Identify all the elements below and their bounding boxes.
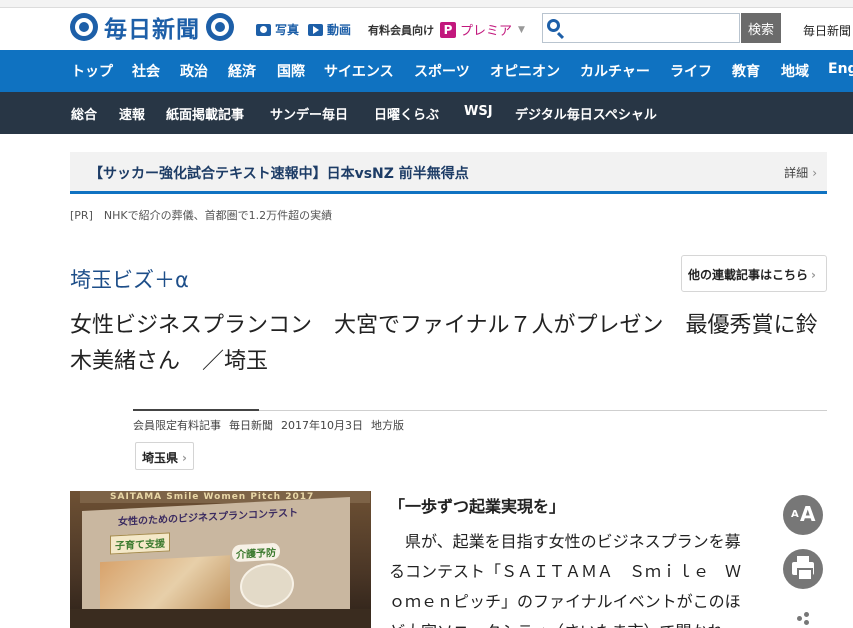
member-only-label: 会員限定有料記事 (133, 419, 221, 432)
other-series-articles-button[interactable]: 他の連載記事はこちら › (681, 255, 827, 292)
subnav-item-breaking[interactable]: 速報 (119, 104, 145, 123)
bookmarks-bar (0, 0, 853, 8)
chevron-right-icon: › (182, 451, 187, 465)
series-label[interactable]: 埼玉ビズ＋α (70, 264, 189, 294)
secondary-nav: 総合 速報 紙面掲載記事 サンデー毎日 日曜くらぶ WSJ デジタル毎日スペシャ… (0, 92, 853, 134)
nav-item-economy[interactable]: 経済 (228, 61, 256, 81)
article-title: 女性ビジネスプランコン 大宮でファイナル７人がプレゼン 最優秀賞に鈴木美緒さん … (70, 313, 818, 374)
subnav-item-print-articles[interactable]: 紙面掲載記事 (166, 104, 244, 123)
screen-circle-image (240, 561, 294, 609)
premier-badge-icon: P (440, 21, 456, 38)
photo-link-label: 写真 (275, 23, 300, 37)
article-section: 地方版 (371, 419, 404, 432)
breaking-news-banner[interactable]: 【サッカー強化試合テキスト速報中】日本vsNZ 前半無得点 詳細 › (70, 152, 827, 194)
meta-divider (259, 410, 827, 411)
search-input[interactable] (567, 17, 737, 39)
nav-item-life[interactable]: ライフ (670, 61, 712, 81)
nav-item-culture[interactable]: カルチャー (580, 61, 650, 81)
subnav-item-nichiyo-club[interactable]: 日曜くらぶ (374, 104, 439, 123)
subnav-item-wsj[interactable]: WSJ (464, 104, 493, 119)
other-series-label: 他の連載記事はこちら (688, 268, 809, 282)
photo-link[interactable]: 写真 (256, 21, 299, 38)
printer-icon (792, 556, 814, 581)
meta-divider (133, 409, 259, 411)
logo-mark-icon (70, 13, 98, 41)
nav-item-science[interactable]: サイエンス (324, 61, 394, 81)
chevron-right-icon: › (812, 166, 817, 180)
share-button[interactable] (783, 606, 823, 628)
subnav-item-digital-special[interactable]: デジタル毎日スペシャル (515, 104, 657, 123)
nav-item-sports[interactable]: スポーツ (414, 61, 470, 81)
detail-label: 詳細 (784, 166, 809, 180)
stage-floor (70, 609, 371, 628)
video-play-icon (308, 23, 323, 36)
nav-item-english[interactable]: Eng (828, 61, 853, 77)
site-header: 毎日新聞 写真 動画 有料会員向け P プレミア ▼ 検索 毎日新聞 (0, 8, 853, 50)
print-button[interactable] (783, 549, 823, 589)
article-date: 2017年10月3日 (281, 419, 363, 432)
caret-down-icon: ▼ (518, 24, 525, 35)
topic-tag-saitama[interactable]: 埼玉県 › (135, 442, 194, 470)
member-label: 有料会員向け (368, 23, 434, 37)
camera-icon (256, 23, 271, 36)
screen-title: 女性のためのビジネスプランコンテスト (118, 507, 298, 529)
breaking-news-headline[interactable]: 【サッカー強化試合テキスト速報中】日本vsNZ 前半無得点 (89, 163, 469, 183)
topic-tag-label: 埼玉県 (142, 451, 179, 465)
article-source: 毎日新聞 (229, 419, 273, 432)
primary-nav: トップ 社会 政治 経済 国際 サイエンス スポーツ オピニオン カルチャー ラ… (0, 50, 853, 92)
site-home-link[interactable]: 毎日新聞 (803, 22, 851, 39)
screen-caption-care: 介護予防 (232, 542, 280, 563)
video-link-label: 動画 (327, 23, 352, 37)
premier-label: プレミア (460, 24, 513, 39)
font-size-small-icon: A (791, 509, 799, 520)
logo-mark-icon (206, 13, 234, 41)
nav-item-opinion[interactable]: オピニオン (490, 61, 560, 81)
font-size-button[interactable]: A A (783, 495, 823, 535)
nav-item-education[interactable]: 教育 (732, 61, 760, 81)
article-photo[interactable]: SAITAMA Smile Women Pitch 2017 女性のためのビジネ… (70, 491, 371, 628)
article-lead-heading: 「一歩ずつ起業実現を」 (389, 497, 566, 516)
search-icon (547, 19, 560, 32)
search-button[interactable]: 検索 (741, 13, 781, 43)
premier-link[interactable]: 有料会員向け P プレミア ▼ (368, 20, 525, 39)
nav-item-politics[interactable]: 政治 (180, 61, 208, 81)
nav-item-international[interactable]: 国際 (277, 61, 305, 81)
article-body: 県が、起業を目指す女性のビジネスプランを募るコンテスト「ＳＡＩＴＡＭＡ Ｓｍｉｌ… (389, 532, 742, 628)
nav-item-region[interactable]: 地域 (781, 61, 809, 81)
logo-text: 毎日新聞 (104, 16, 200, 43)
font-size-large-icon: A (800, 502, 816, 526)
nav-item-society[interactable]: 社会 (132, 61, 160, 81)
breaking-news-detail-link[interactable]: 詳細 › (784, 164, 817, 181)
search-box (542, 13, 740, 43)
screen-caption-childcare: 子育て支援 (110, 532, 170, 555)
pr-ad-link[interactable]: [PR] NHKで紹介の葬儀、首都圏で1.2万件超の実績 (70, 207, 332, 223)
subnav-item-general[interactable]: 総合 (71, 104, 97, 123)
subnav-item-sunday-mainichi[interactable]: サンデー毎日 (270, 104, 348, 123)
chevron-right-icon: › (811, 268, 816, 282)
site-logo[interactable]: 毎日新聞 (70, 12, 234, 43)
article-meta: 会員限定有料記事 毎日新聞 2017年10月3日 地方版 (133, 417, 412, 433)
video-link[interactable]: 動画 (308, 21, 351, 38)
nav-item-top[interactable]: トップ (71, 61, 113, 81)
share-icon (797, 612, 809, 625)
